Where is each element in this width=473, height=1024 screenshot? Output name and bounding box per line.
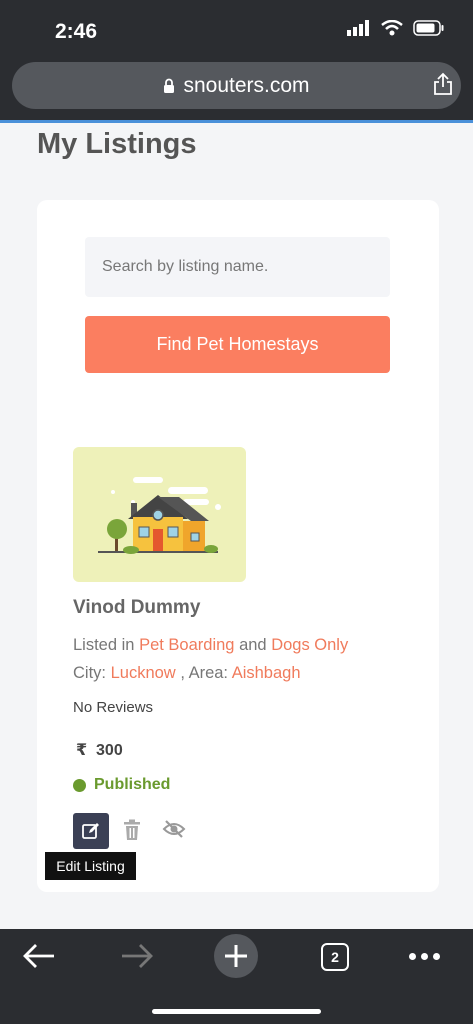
load-progress [0, 120, 473, 123]
share-icon[interactable] [433, 72, 453, 96]
status-bar: 2:46 [0, 0, 473, 58]
new-tab-button[interactable] [214, 934, 258, 978]
listing-meta: Listed in Pet Boarding and Dogs Only Cit… [73, 631, 348, 687]
price-value: 300 [96, 742, 123, 759]
edit-listing-button[interactable] [73, 813, 109, 849]
browser-toolbar: snouters.com [0, 58, 473, 120]
house-illustration-icon [98, 477, 221, 554]
lock-icon [164, 78, 175, 93]
subcategory-link[interactable]: Dogs Only [271, 636, 348, 654]
more-icon[interactable] [409, 953, 440, 960]
url-text: snouters.com [183, 73, 310, 97]
find-pet-homestays-button[interactable]: Find Pet Homestays [85, 316, 390, 373]
category-link[interactable]: Pet Boarding [139, 636, 234, 654]
search-input[interactable] [85, 237, 390, 297]
area-link[interactable]: Aishbagh [232, 664, 301, 682]
plus-icon [225, 945, 247, 967]
listing-price: ₹ 300 [76, 740, 123, 760]
home-indicator [152, 1009, 321, 1014]
page-title: My Listings [37, 128, 197, 160]
edit-icon [82, 823, 99, 839]
trash-icon[interactable] [122, 819, 142, 841]
listing-name[interactable]: Vinod Dummy [73, 597, 200, 619]
status-label: Published [94, 776, 171, 793]
listing-category-line: Listed in Pet Boarding and Dogs Only [73, 631, 348, 659]
listing-location-line: City: Lucknow , Area: Aishbagh [73, 659, 348, 687]
status-badge: Published [73, 776, 170, 794]
battery-icon [413, 20, 444, 36]
listed-in-label: Listed in [73, 636, 135, 654]
tabs-button[interactable]: 2 [321, 943, 349, 971]
status-time: 2:46 [55, 20, 98, 43]
reviews-text: No Reviews [73, 699, 154, 716]
and-label: and [239, 636, 267, 654]
url-bar[interactable]: snouters.com [12, 62, 461, 109]
browser-bottom-bar: 2 [0, 929, 473, 1024]
status-dot-icon [73, 778, 86, 792]
city-link[interactable]: Lucknow [111, 664, 176, 682]
back-icon[interactable] [22, 943, 56, 969]
area-label: , Area: [180, 664, 229, 682]
edit-listing-tooltip: Edit Listing [45, 852, 136, 880]
listing-thumbnail[interactable] [73, 447, 246, 582]
listing-card: Find Pet Homestays Vinod Dummy L [37, 200, 439, 892]
forward-icon[interactable] [120, 943, 154, 969]
wifi-icon [381, 20, 403, 36]
city-label: City: [73, 664, 106, 682]
signal-icon [347, 20, 369, 36]
load-progress-fill [0, 120, 473, 123]
status-icons [347, 20, 445, 36]
eye-off-icon[interactable] [162, 819, 186, 839]
currency-symbol: ₹ [76, 742, 88, 759]
